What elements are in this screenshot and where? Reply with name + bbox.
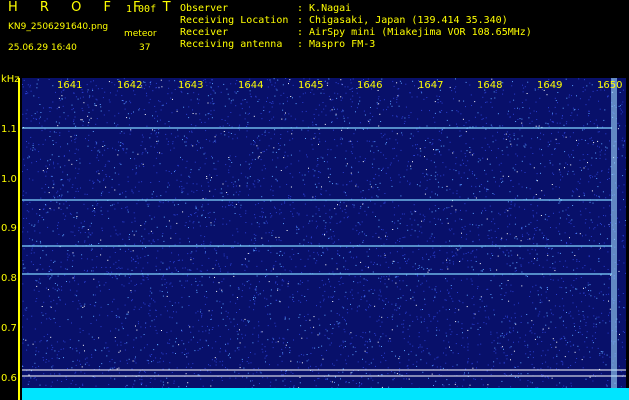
receiver-value: : AirSpy mini (Miakejima VOR 108.65MHz) xyxy=(297,27,532,38)
x-tick-label: 1650 xyxy=(597,80,623,91)
x-tick-label: 1642 xyxy=(117,80,143,91)
spectrogram-plot xyxy=(22,78,626,390)
observer-value: : K.Nagai xyxy=(297,3,352,14)
location-label: Receiving Location xyxy=(180,15,289,26)
y-tick-label: 0.6 xyxy=(1,373,17,384)
meteor-count: 37 xyxy=(139,43,151,53)
x-tick-label: 1641 xyxy=(57,80,83,91)
spectrogram-canvas xyxy=(22,78,626,390)
x-tick-label: 1643 xyxy=(178,80,204,91)
antenna-value: : Maspro FM-3 xyxy=(297,39,376,50)
x-tick-label: 1646 xyxy=(357,80,383,91)
receiver-label: Receiver xyxy=(180,27,229,38)
y-axis-line xyxy=(18,78,20,400)
antenna-label: Receiving antenna xyxy=(180,39,283,50)
observation-datetime: 25.06.29 16:40 xyxy=(8,43,77,53)
y-tick-label: 0.7 xyxy=(1,323,17,334)
y-tick-label: 0.8 xyxy=(1,273,17,284)
edge-band xyxy=(611,78,617,390)
observer-label: Observer xyxy=(180,3,229,14)
y-tick-label: 1.1 xyxy=(1,124,17,135)
x-tick-label: 1649 xyxy=(537,80,563,91)
y-tick-label: 0.9 xyxy=(1,223,17,234)
meteor-label: meteor xyxy=(124,29,157,39)
y-axis-unit: kHz xyxy=(1,74,20,85)
image-filename: KN9_2506291640.png xyxy=(8,22,109,32)
x-tick-label: 1648 xyxy=(477,80,503,91)
x-tick-label: 1647 xyxy=(418,80,444,91)
app-version: 1.00f xyxy=(126,4,157,15)
x-tick-label: 1645 xyxy=(298,80,324,91)
header-panel: H R O F F T 1.00f KN9_2506291640.png met… xyxy=(0,0,629,78)
y-tick-label: 1.0 xyxy=(1,174,17,185)
location-value: : Chigasaki, Japan (139.414 35.340) xyxy=(297,15,508,26)
x-tick-label: 1644 xyxy=(238,80,264,91)
baseline-strip xyxy=(22,388,629,400)
